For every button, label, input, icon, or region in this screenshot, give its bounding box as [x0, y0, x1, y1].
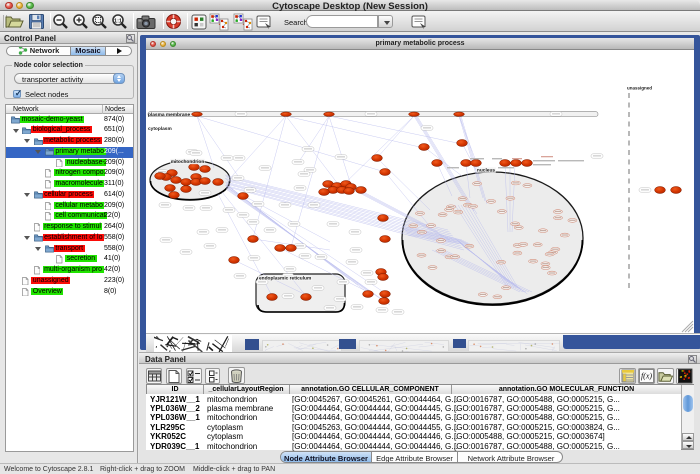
svg-text:mitochondrion: mitochondrion — [171, 159, 205, 165]
svg-text:plasma membrane: plasma membrane — [148, 112, 190, 118]
svg-text:unassigned: unassigned — [627, 86, 652, 91]
svg-text:f(x): f(x) — [641, 372, 652, 381]
svg-text:cytoplasm: cytoplasm — [148, 126, 172, 132]
svg-text:endoplasmic reticulum: endoplasmic reticulum — [259, 276, 311, 282]
svg-text:1:1: 1:1 — [114, 18, 122, 24]
svg-text:nucleus: nucleus — [477, 168, 495, 174]
